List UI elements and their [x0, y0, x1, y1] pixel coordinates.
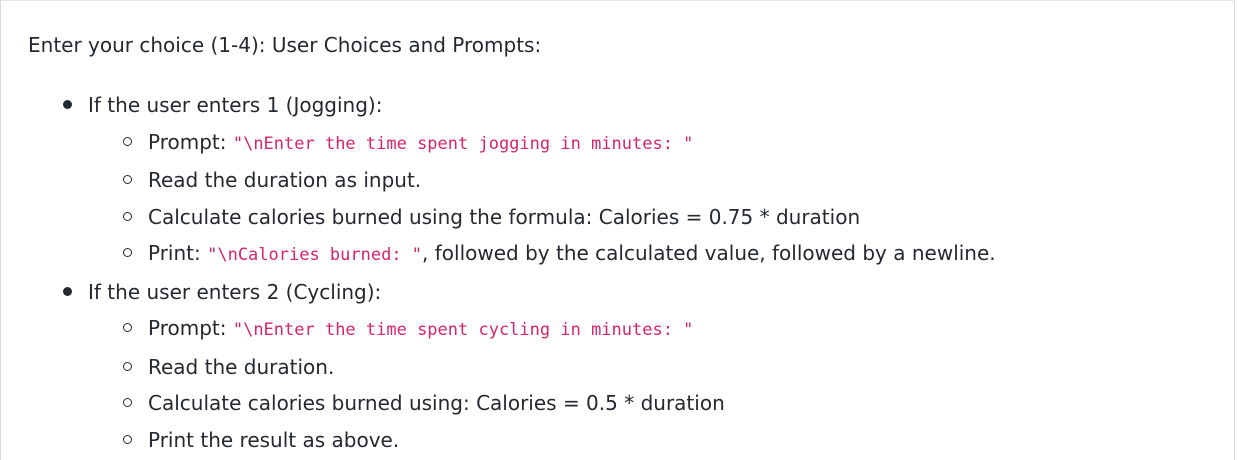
circle-bullet-icon [123, 248, 132, 257]
read-text: Read the duration. [148, 354, 335, 379]
print-suffix: , followed by the calculated value, foll… [422, 241, 996, 265]
content-panel: Enter your choice (1-4): User Choices an… [0, 0, 1235, 460]
prompt-label: Prompt: [148, 129, 233, 154]
calc-text: Calculate calories burned using the form… [148, 204, 861, 229]
print-label: Print: [148, 241, 208, 265]
prompt-code: "\nEnter the time spent jogging in minut… [232, 133, 694, 154]
choices-list: If the user enters 1 (Jogging): Prompt: … [61, 87, 996, 458]
bullet-icon [63, 100, 72, 109]
item-label: If the user enters 1 (Jogging): [88, 93, 383, 117]
circle-bullet-icon [123, 136, 132, 146]
cycling-sublist: Prompt: "\nEnter the time spent cycling … [88, 310, 996, 458]
circle-bullet-icon [123, 434, 132, 444]
prompt-code: "\nEnter the time spent cycling in minut… [232, 320, 694, 340]
circle-bullet-icon [123, 211, 132, 221]
list-item-jogging: If the user enters 1 (Jogging): Prompt: … [61, 87, 996, 274]
circle-bullet-icon [123, 398, 132, 407]
item-label: If the user enters 2 (Cycling): [88, 279, 382, 304]
sublist-item-read: Read the duration as input. [115, 162, 996, 199]
sublist-item-prompt: Prompt: "\nEnter the time spent cycling … [115, 310, 996, 349]
prompt-label: Prompt: [148, 316, 233, 340]
circle-bullet-icon [123, 361, 132, 371]
calc-text: Calculate calories burned using: Calorie… [148, 391, 725, 415]
jogging-sublist: Prompt: "\nEnter the time spent jogging … [88, 124, 996, 274]
sublist-item-print: Print the result as above. [115, 422, 996, 459]
list-item-cycling: If the user enters 2 (Cycling): Prompt: … [61, 274, 996, 459]
sublist-item-prompt: Prompt: "\nEnter the time spent jogging … [115, 124, 996, 163]
sublist-item-read: Read the duration. [115, 349, 996, 386]
print-code: "\nCalories burned: " [207, 245, 423, 265]
circle-bullet-icon [123, 323, 132, 332]
circle-bullet-icon [123, 175, 132, 184]
bullet-icon [63, 286, 72, 296]
intro-text: Enter your choice (1-4): User Choices an… [28, 33, 542, 57]
sublist-item-calc: Calculate calories burned using: Calorie… [115, 385, 996, 422]
read-text: Read the duration as input. [148, 168, 422, 192]
print-text: Print the result as above. [148, 427, 400, 452]
sublist-item-print: Print: "\nCalories burned: ", followed b… [115, 235, 996, 274]
sublist-item-calc: Calculate calories burned using the form… [115, 199, 996, 236]
